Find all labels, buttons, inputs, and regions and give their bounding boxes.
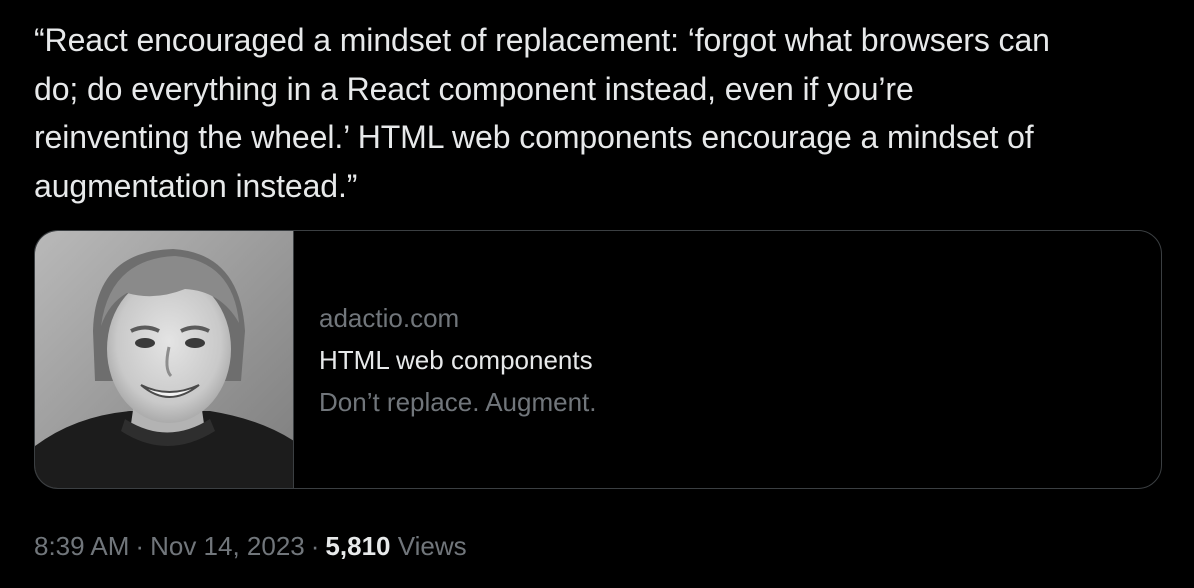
meta-separator: · — [310, 531, 320, 561]
tweet-text-line: “React encouraged a mindset of replaceme… — [34, 22, 1050, 58]
tweet-text: “React encouraged a mindset of replaceme… — [34, 16, 1174, 210]
tweet-timestamp-link[interactable]: 8:39 AM · Nov 14, 2023 — [34, 531, 305, 561]
tweet-text-line: do; do everything in a React component i… — [34, 70, 914, 107]
views-count: 5,810 — [325, 531, 391, 561]
tweet-time: 8:39 AM — [34, 531, 130, 561]
tweet-text-line: reinventing the wheel.’ HTML web compone… — [34, 119, 1034, 155]
tweet-meta: 8:39 AM · Nov 14, 2023 · 5,810 Views — [34, 526, 467, 566]
link-card-description: Don’t replace. Augment. — [319, 386, 597, 417]
link-card-meta: adactio.com HTML web components Don’t re… — [294, 231, 1161, 488]
link-preview-card[interactable]: adactio.com HTML web components Don’t re… — [34, 230, 1162, 489]
link-card-domain: adactio.com — [319, 302, 460, 333]
author-photo-icon — [35, 231, 293, 488]
link-card-thumbnail[interactable] — [35, 231, 294, 488]
meta-separator: · — [135, 531, 145, 561]
tweet-date: Nov 14, 2023 — [150, 531, 305, 561]
link-card-title[interactable]: HTML web components — [319, 342, 1161, 378]
tweet-text-line: augmentation instead.” — [34, 167, 358, 204]
views-label: Views — [397, 531, 467, 561]
